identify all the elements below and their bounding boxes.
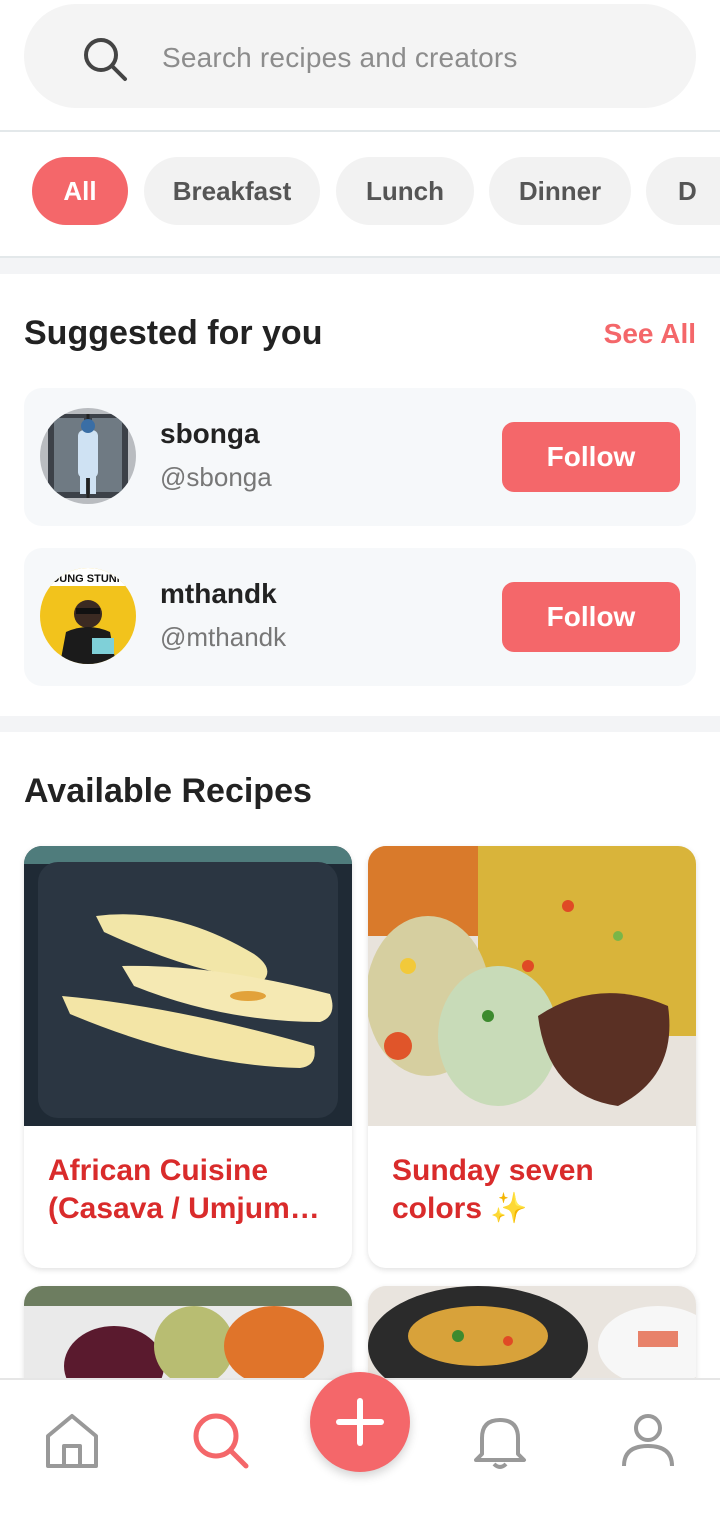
user-name: mthandk (160, 578, 277, 609)
category-chip-lunch[interactable]: Lunch (336, 157, 474, 225)
section-divider (0, 258, 720, 274)
recipe-title-line2: (Casava / Umjum… (48, 1192, 320, 1225)
follow-button[interactable]: Follow (502, 422, 680, 492)
category-chip-breakfast[interactable]: Breakfast (144, 157, 320, 225)
suggested-title: Suggested for you (24, 314, 323, 352)
search-input[interactable]: Search recipes and creators (162, 42, 518, 74)
recipe-title-line2: colors ✨ (392, 1192, 528, 1225)
recipe-image (368, 846, 696, 1126)
recipe-title: African Cuisine (Casava / Umjum… (48, 1152, 338, 1228)
recipe-card[interactable]: Sunday seven colors ✨ (368, 846, 696, 1268)
add-icon (336, 1398, 384, 1446)
recipe-title-line1: African Cuisine (48, 1154, 269, 1187)
avatar[interactable]: YOUNG STUNNA (40, 568, 136, 664)
search-icon[interactable] (188, 1408, 252, 1472)
profile-icon[interactable] (616, 1408, 680, 1472)
category-chip-dinner[interactable]: Dinner (489, 157, 631, 225)
category-chip-partial[interactable]: D (646, 157, 720, 225)
recipe-title: Sunday seven colors ✨ (392, 1152, 682, 1228)
user-card[interactable]: sbonga @sbonga Follow (24, 388, 696, 526)
user-card[interactable]: YOUNG STUNNA mthandk @mthandk Follow (24, 548, 696, 686)
home-icon[interactable] (40, 1408, 104, 1472)
recipe-card[interactable]: African Cuisine (Casava / Umjum… (24, 846, 352, 1268)
recipes-title: Available Recipes (24, 772, 312, 810)
recipe-image (24, 846, 352, 1126)
avatar[interactable] (40, 408, 136, 504)
bell-icon[interactable] (468, 1408, 532, 1472)
category-chips: All Breakfast Lunch Dinner D (0, 134, 720, 258)
follow-button[interactable]: Follow (502, 582, 680, 652)
section-divider (0, 716, 720, 732)
see-all-link[interactable]: See All (604, 318, 696, 350)
add-recipe-button[interactable] (310, 1372, 410, 1472)
category-chip-all[interactable]: All (32, 157, 128, 225)
user-handle: @mthandk (160, 622, 287, 652)
search-section: Search recipes and creators (0, 0, 720, 132)
user-name: sbonga (160, 418, 260, 449)
user-handle: @sbonga (160, 462, 272, 492)
search-icon (84, 38, 127, 81)
avatar-text: YOUNG STUNNA (43, 573, 132, 585)
recipe-title-line1: Sunday seven (392, 1154, 594, 1187)
search-bar[interactable]: Search recipes and creators (24, 4, 696, 108)
